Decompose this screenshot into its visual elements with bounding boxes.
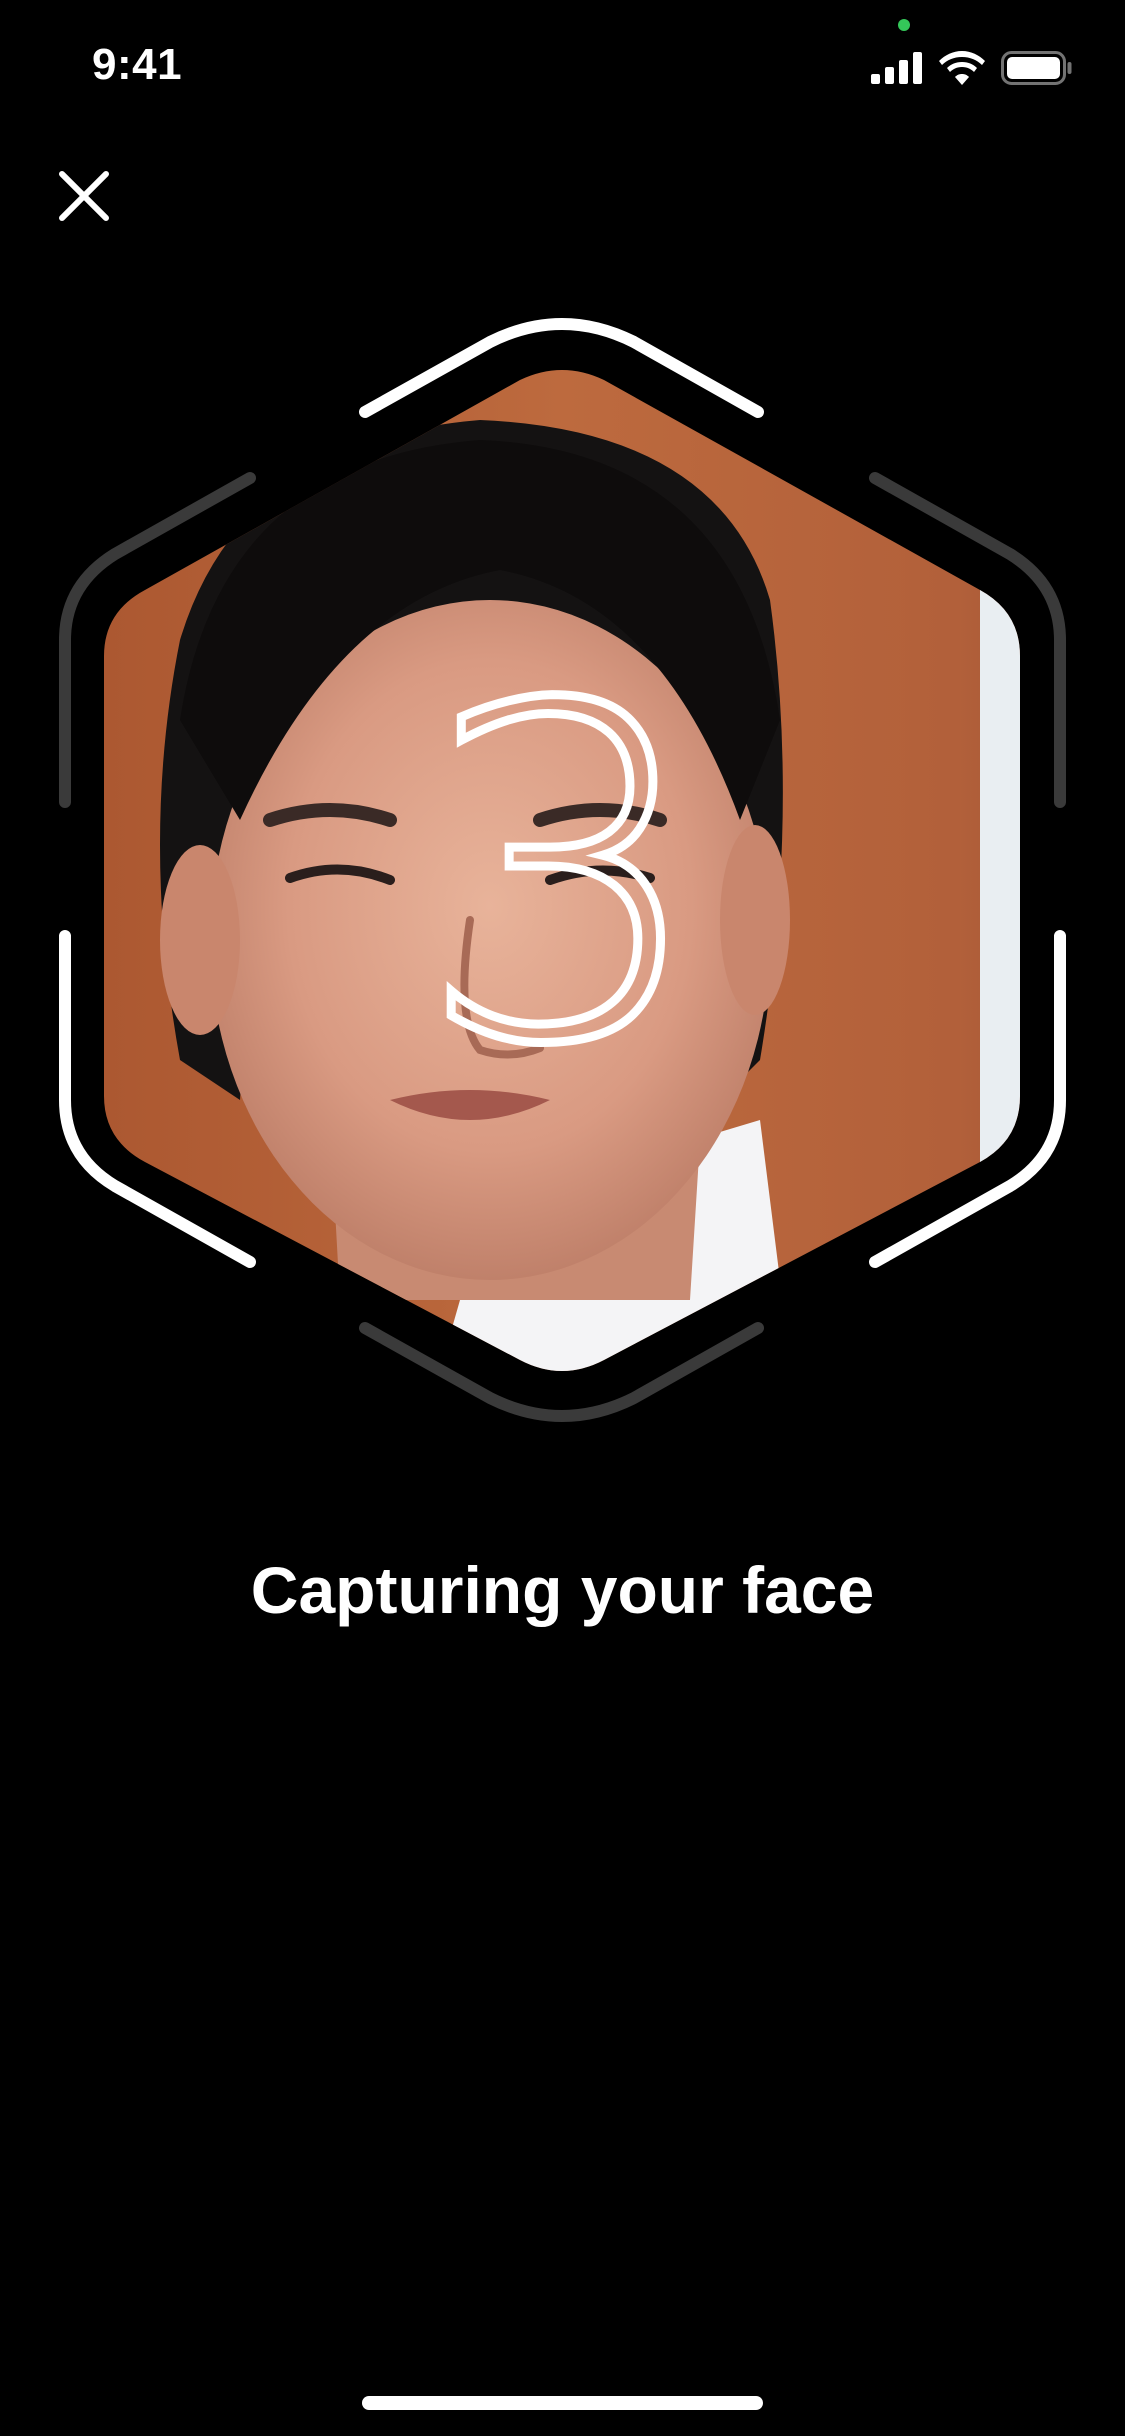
home-indicator[interactable] [362,2396,763,2410]
status-icons [871,48,1073,88]
face-capture-screen: 9:41 3 Capturing your face [0,0,1125,2436]
wifi-icon [939,51,985,85]
status-time: 9:41 [92,40,183,89]
status-bar: 9:41 [0,0,1125,140]
capture-status-text: Capturing your face [250,1553,875,1627]
close-button[interactable] [52,164,116,228]
battery-icon [1001,51,1072,85]
camera-in-use-indicator [898,19,910,31]
cellular-signal-icon [871,52,922,84]
close-icon [59,171,109,221]
countdown-number: 3 [412,610,714,1145]
face-capture-area: 3 [0,300,1125,1440]
